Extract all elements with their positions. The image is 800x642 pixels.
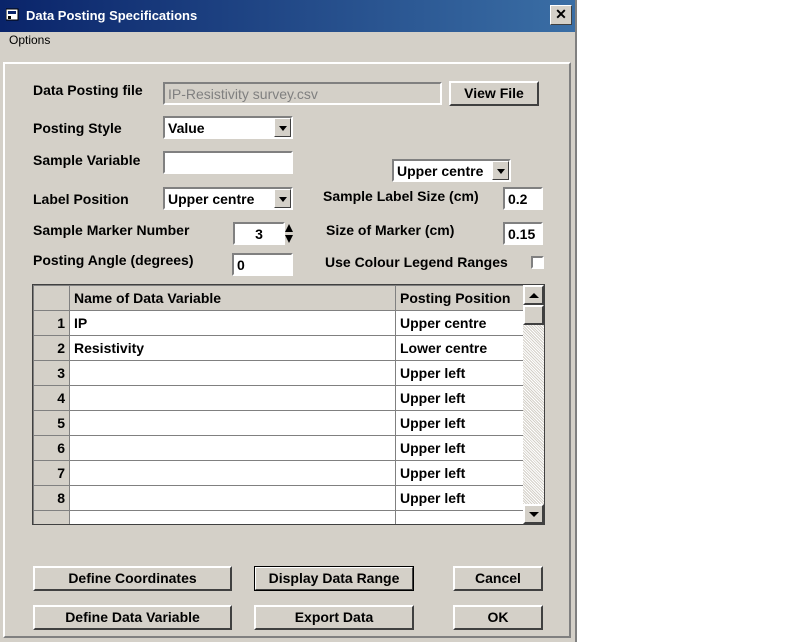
chevron-down-icon[interactable] [274,189,291,208]
grid-corner [33,285,70,311]
scroll-thumb[interactable] [523,305,544,325]
scroll-down-icon[interactable] [523,504,544,524]
variable-name-cell[interactable] [69,485,396,511]
variable-name-cell[interactable] [69,435,396,461]
posting-position-cell[interactable]: Upper left [395,485,524,511]
ok-button[interactable]: OK [453,605,543,630]
table-row[interactable]: 2 Resistivity Lower centre [33,335,524,361]
grid-header-row: Name of Data Variable Posting Position [33,285,524,311]
table-row[interactable]: 1 IP Upper centre [33,310,524,336]
label-position-select[interactable]: Upper centre [163,187,293,210]
grid-table: Name of Data Variable Posting Position 1… [33,285,524,524]
table-row[interactable]: 5 Upper left [33,410,524,436]
sample-label-size-field[interactable]: 0.2 [503,187,543,210]
window-title: Data Posting Specifications [26,8,198,23]
posting-position-cell[interactable]: Upper left [395,460,524,486]
posting-position-cell[interactable]: Upper left [395,360,524,386]
variable-name-cell[interactable] [69,410,396,436]
sample-label-size-label: Sample Label Size (cm) [323,188,479,204]
ok-label: OK [487,609,509,625]
view-file-button[interactable]: View File [449,81,539,106]
posting-angle-label: Posting Angle (degrees) [33,252,194,268]
table-row[interactable] [33,510,524,524]
cancel-button[interactable]: Cancel [453,566,543,591]
row-number[interactable]: 1 [33,310,70,336]
variable-name-cell[interactable] [69,360,396,386]
posting-position-cell[interactable]: Upper left [395,385,524,411]
cancel-label: Cancel [475,570,521,586]
menu-options[interactable]: Options [9,33,50,47]
variable-name-cell[interactable]: Resistivity [69,335,396,361]
posting-style-value: Value [168,120,205,136]
posting-position-cell[interactable]: Upper centre [395,310,524,336]
table-row[interactable]: 6 Upper left [33,435,524,461]
posting-position-cell[interactable]: Upper left [395,410,524,436]
use-colour-legend-checkbox[interactable] [531,256,544,269]
spin-arrows-icon[interactable] [284,222,294,245]
chevron-down-icon[interactable] [492,161,509,180]
define-coordinates-label: Define Coordinates [68,570,197,586]
table-row[interactable]: 3 Upper left [33,360,524,386]
row-number[interactable]: 3 [33,360,70,386]
row-number[interactable]: 8 [33,485,70,511]
posting-position-cell[interactable]: Upper left [395,435,524,461]
sample-variable-label: Sample Variable [33,152,141,168]
data-variable-grid[interactable]: Name of Data Variable Posting Position 1… [32,284,545,525]
export-data-label: Export Data [294,609,374,625]
posting-angle-field[interactable]: 0 [232,253,293,276]
posting-position-cell[interactable]: Lower centre [395,335,524,361]
data-posting-file-field[interactable]: IP-Resistivity survey.csv [163,82,442,105]
table-row[interactable]: 4 Upper left [33,385,524,411]
posting-style-label: Posting Style [33,120,122,136]
view-file-label: View File [464,85,524,101]
dialog-window: Data Posting Specifications ✕ Options Da… [0,0,577,642]
sample-label-position-value: Upper centre [397,163,484,179]
sample-label-position-select[interactable]: Upper centre [392,159,511,182]
sample-variable-field[interactable] [163,151,293,174]
sample-marker-number-field[interactable]: 3 [233,222,285,245]
display-data-range-button[interactable]: Display Data Range [254,566,414,591]
scroll-up-icon[interactable] [523,285,544,305]
variable-name-cell[interactable]: IP [69,310,396,336]
row-number[interactable]: 5 [33,410,70,436]
row-number[interactable]: 2 [33,335,70,361]
row-number[interactable]: 4 [33,385,70,411]
posting-position-cell[interactable] [395,510,524,524]
grid-body: 1 IP Upper centre 2 Resistivity Lower centre 3… [33,310,524,524]
sample-marker-number-label: Sample Marker Number [33,222,190,238]
row-number[interactable]: 7 [33,460,70,486]
column-header-name[interactable]: Name of Data Variable [69,285,396,311]
label-position-label: Label Position [33,191,129,207]
row-number[interactable] [33,510,70,524]
define-data-variable-button[interactable]: Define Data Variable [33,605,232,630]
label-position-value: Upper centre [168,191,255,207]
grid-scrollbar[interactable] [523,285,544,524]
size-of-marker-label: Size of Marker (cm) [326,222,455,238]
app-icon [6,8,19,21]
close-icon: ✕ [555,6,567,22]
title-bar[interactable]: Data Posting Specifications ✕ [0,0,575,32]
close-button[interactable]: ✕ [550,5,572,25]
variable-name-cell[interactable] [69,510,396,524]
chevron-down-icon[interactable] [274,118,291,137]
size-of-marker-field[interactable]: 0.15 [503,222,543,245]
define-data-variable-label: Define Data Variable [65,609,200,625]
posting-style-select[interactable]: Value [163,116,293,139]
display-data-range-label: Display Data Range [268,570,400,586]
data-posting-file-label: Data Posting file [33,82,143,98]
use-colour-legend-label: Use Colour Legend Ranges [325,254,508,270]
variable-name-cell[interactable] [69,385,396,411]
export-data-button[interactable]: Export Data [254,605,414,630]
variable-name-cell[interactable] [69,460,396,486]
column-header-position[interactable]: Posting Position [395,285,524,311]
row-number[interactable]: 6 [33,435,70,461]
menu-bar: Options [0,32,575,50]
define-coordinates-button[interactable]: Define Coordinates [33,566,232,591]
table-row[interactable]: 8 Upper left [33,485,524,511]
table-row[interactable]: 7 Upper left [33,460,524,486]
